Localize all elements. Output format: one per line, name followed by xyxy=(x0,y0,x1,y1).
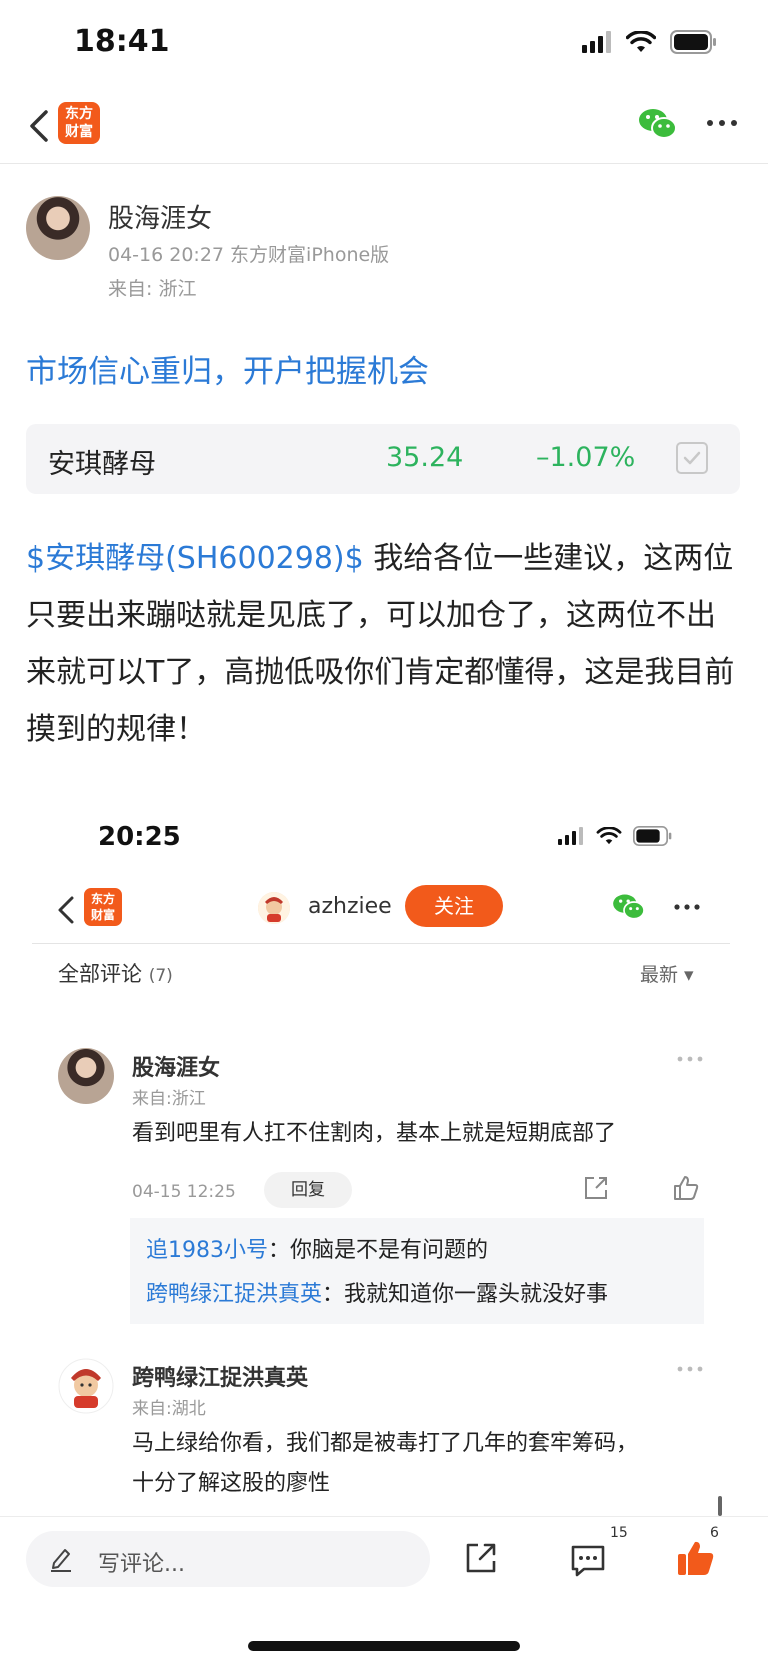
wechat-share-icon[interactable] xyxy=(638,106,678,142)
logo-line2: 财富 xyxy=(65,124,93,140)
embedded-comment-avatar xyxy=(58,1358,114,1414)
embedded-wifi-icon xyxy=(596,827,622,845)
embedded-nav-bar: 东方 财富 azhziee 关注 xyxy=(32,880,730,944)
embedded-sub-reply-sep: ： xyxy=(322,1282,345,1307)
embedded-sub-reply: 追1983小号：你脑是不是有问题的 xyxy=(146,1232,488,1264)
comment-placeholder: 写评论... xyxy=(98,1552,185,1577)
embedded-sub-reply-sep: ： xyxy=(268,1238,291,1263)
embedded-wechat-icon xyxy=(613,894,645,920)
share-icon[interactable] xyxy=(464,1541,498,1575)
wifi-icon xyxy=(626,31,656,52)
embedded-comment-more-icon xyxy=(677,1366,703,1372)
cellular-signal-icon xyxy=(582,31,611,53)
bottom-action-bar: 写评论... 15 6 xyxy=(0,1516,768,1662)
author-location: 来自: 浙江 xyxy=(108,278,197,300)
embedded-comment-location: 来自:浙江 xyxy=(132,1089,206,1109)
embedded-follow-button: 关注 xyxy=(405,885,503,927)
embedded-comment-avatar xyxy=(58,1048,114,1104)
eastmoney-logo: 东方 财富 xyxy=(58,102,100,144)
like-count: 6 xyxy=(710,1525,719,1541)
more-icon[interactable] xyxy=(704,108,740,138)
embedded-sub-reply-author: 跨鸭绿江捉洪真英 xyxy=(146,1282,323,1307)
scroll-indicator xyxy=(718,1496,722,1516)
logo-line1: 东方 xyxy=(65,106,93,122)
nav-bar: 东方 财富 xyxy=(0,88,768,164)
embedded-logo-line2: 财富 xyxy=(90,908,115,922)
like-icon[interactable] xyxy=(676,1539,716,1577)
comment-input[interactable]: 写评论... xyxy=(26,1531,430,1587)
embedded-back-icon xyxy=(58,896,74,924)
add-watchlist-icon[interactable] xyxy=(676,442,708,474)
embedded-username: azhziee xyxy=(308,894,392,919)
stock-name: 安琪酵母 xyxy=(48,449,156,480)
author-name[interactable]: 股海涯女 xyxy=(108,198,212,235)
embedded-comment-text: 看到吧里有人扛不住割肉，基本上就是短期底部了 xyxy=(132,1121,617,1146)
embedded-sub-replies: 追1983小号：你脑是不是有问题的 跨鸭绿江捉洪真英：我就知道你一露头就没好事 xyxy=(130,1218,704,1324)
embedded-logo-line1: 东方 xyxy=(90,892,115,906)
post-author: 股海涯女 04-16 20:27 东方财富iPhone版 来自: 浙江 xyxy=(26,196,746,306)
embedded-sub-reply-author: 追1983小号 xyxy=(146,1238,268,1263)
embedded-comment-author: 股海涯女 xyxy=(132,1056,221,1081)
embedded-comment: 股海涯女 来自:浙江 看到吧里有人扛不住割肉，基本上就是短期底部了 04-15 … xyxy=(58,1048,708,1208)
stock-price: 35.24 xyxy=(386,442,464,473)
pen-icon xyxy=(51,1549,71,1572)
stock-card[interactable]: 安琪酵母 35.24 –1.07% xyxy=(26,424,740,494)
home-indicator xyxy=(248,1641,520,1651)
embedded-share-icon xyxy=(585,1177,607,1199)
embedded-comment-text-line: 十分了解这股的廖性 xyxy=(132,1471,331,1496)
embedded-status-time: 20:25 xyxy=(98,822,181,852)
embedded-sub-reply-text: 我就知道你一露头就没好事 xyxy=(344,1282,609,1307)
embedded-comment-text-line: 马上绿给你看，我们都是被毒打了几年的套牢筹码， xyxy=(132,1431,639,1456)
stock-link[interactable]: $安琪酵母(SH600298)$ xyxy=(26,541,364,576)
embedded-comment-more-icon xyxy=(677,1056,703,1062)
stock-change: –1.07% xyxy=(536,442,636,473)
embedded-eastmoney-logo: 东方 财富 xyxy=(84,888,122,926)
embedded-like-icon xyxy=(674,1176,699,1200)
author-avatar[interactable] xyxy=(26,196,90,260)
embedded-sub-reply-text: 你脑是不是有问题的 xyxy=(290,1238,489,1263)
embedded-comments-label: 全部评论 xyxy=(58,962,142,986)
embedded-status-icons xyxy=(558,826,674,846)
embedded-comment-author: 跨鸭绿江捉洪真英 xyxy=(132,1366,309,1391)
status-time: 18:41 xyxy=(74,24,170,59)
embedded-comment: 跨鸭绿江捉洪真英 来自:湖北 马上绿给你看，我们都是被毒打了几年的套牢筹码， 十… xyxy=(58,1358,708,1498)
battery-icon xyxy=(670,30,716,54)
comment-icon[interactable] xyxy=(570,1543,606,1577)
embedded-comment-location: 来自:湖北 xyxy=(132,1399,206,1419)
embedded-battery-icon xyxy=(633,826,672,846)
embedded-comment-time: 04-15 12:25 xyxy=(132,1182,236,1202)
post-title: 市场信心重归，开户把握机会 xyxy=(26,354,429,390)
status-bar: 18:41 xyxy=(0,0,768,88)
post-meta: 04-16 20:27 东方财富iPhone版 xyxy=(108,244,390,266)
embedded-signal-icon xyxy=(558,827,583,845)
embedded-comments-count: (7) xyxy=(148,966,173,986)
embedded-more-icon xyxy=(674,904,700,910)
embedded-user-avatar xyxy=(258,892,290,924)
back-button[interactable] xyxy=(22,104,56,148)
embedded-sort-dropdown: 最新 ▾ xyxy=(640,964,694,986)
embedded-comments-header: 全部评论 (7) xyxy=(58,958,173,988)
status-icons xyxy=(582,30,718,54)
embedded-reply-button: 回复 xyxy=(264,1172,352,1208)
comment-count: 15 xyxy=(610,1525,628,1541)
post-body: $安琪酵母(SH600298)$ 我给各位一些建议，这两位只要出来蹦哒就是见底了… xyxy=(26,530,738,758)
embedded-sub-reply: 跨鸭绿江捉洪真英：我就知道你一露头就没好事 xyxy=(146,1276,608,1308)
